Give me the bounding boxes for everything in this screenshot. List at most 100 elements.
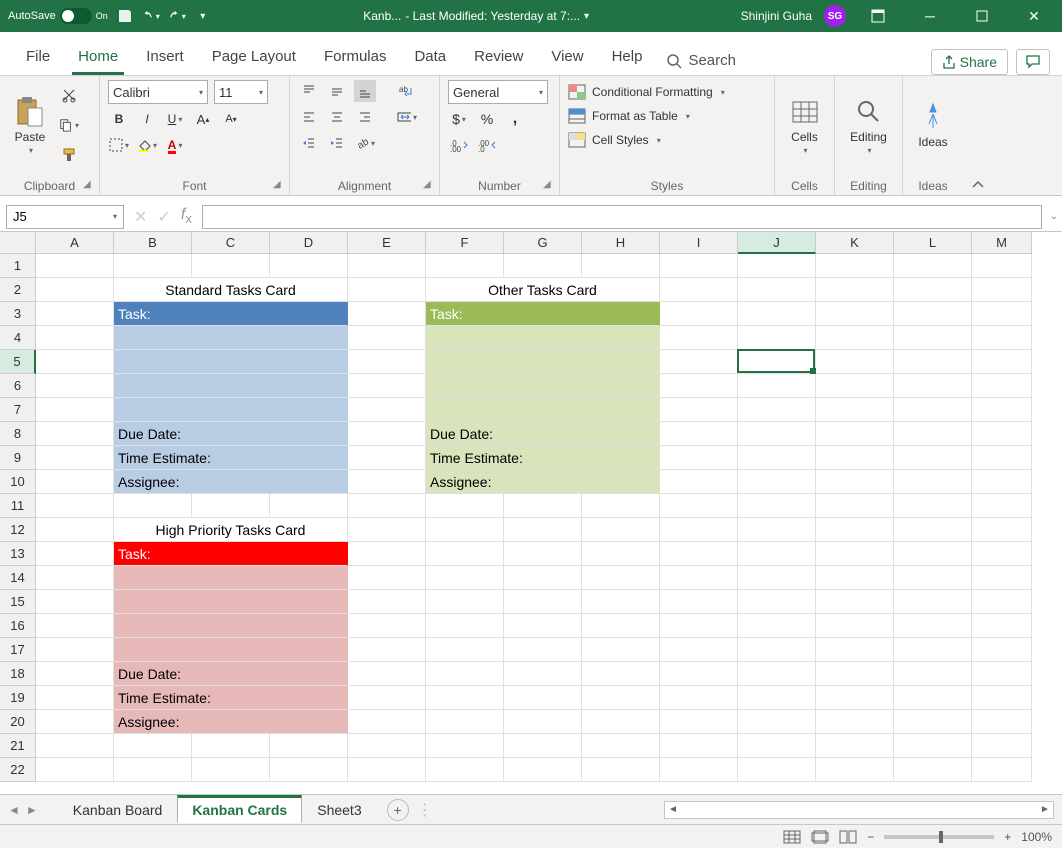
cell[interactable]: [348, 518, 426, 542]
dialog-launcher-icon[interactable]: ◢: [273, 179, 285, 191]
cell[interactable]: [972, 734, 1032, 758]
select-all-button[interactable]: [0, 232, 36, 254]
row-header[interactable]: 17: [0, 638, 36, 662]
page-break-view-button[interactable]: [839, 830, 857, 844]
cell[interactable]: Time Estimate:: [426, 446, 660, 470]
cell[interactable]: [660, 254, 738, 278]
cell[interactable]: [738, 566, 816, 590]
cancel-formula-button[interactable]: ✕: [134, 207, 147, 227]
cell[interactable]: [816, 518, 894, 542]
cell[interactable]: [36, 614, 114, 638]
cell[interactable]: [114, 326, 348, 350]
cell[interactable]: [36, 734, 114, 758]
cell[interactable]: [36, 518, 114, 542]
autosave-toggle[interactable]: AutoSave On: [8, 8, 108, 24]
cell[interactable]: [582, 494, 660, 518]
cell[interactable]: [426, 614, 504, 638]
cell[interactable]: [114, 254, 192, 278]
formula-input[interactable]: [202, 205, 1042, 229]
cell[interactable]: [36, 662, 114, 686]
cell[interactable]: [816, 686, 894, 710]
row-header[interactable]: 22: [0, 758, 36, 782]
cell[interactable]: [894, 470, 972, 494]
cell[interactable]: [972, 614, 1032, 638]
cell[interactable]: [348, 494, 426, 518]
cell[interactable]: [36, 494, 114, 518]
cell[interactable]: [426, 710, 504, 734]
cell[interactable]: [582, 518, 660, 542]
cell[interactable]: [426, 758, 504, 782]
cell[interactable]: [738, 686, 816, 710]
borders-button[interactable]: ▾: [108, 134, 130, 156]
cell[interactable]: [348, 590, 426, 614]
dialog-launcher-icon[interactable]: ◢: [423, 179, 435, 191]
cell[interactable]: [660, 278, 738, 302]
cell[interactable]: [972, 638, 1032, 662]
expand-formula-bar-icon[interactable]: ⌄: [1050, 211, 1058, 222]
cell[interactable]: [738, 470, 816, 494]
ribbon-display-icon[interactable]: [858, 0, 898, 32]
cell[interactable]: [816, 590, 894, 614]
cell[interactable]: Due Date:: [426, 422, 660, 446]
cell[interactable]: Standard Tasks Card: [114, 278, 348, 302]
cell[interactable]: [348, 350, 426, 374]
cell[interactable]: [504, 758, 582, 782]
collapse-ribbon-button[interactable]: [963, 76, 993, 195]
cell[interactable]: [738, 302, 816, 326]
wrap-text-button[interactable]: ab: [396, 80, 418, 102]
cell[interactable]: Task:: [114, 302, 348, 326]
cell[interactable]: [894, 638, 972, 662]
align-bottom-button[interactable]: [354, 80, 376, 102]
column-header[interactable]: G: [504, 232, 582, 254]
cell[interactable]: [582, 686, 660, 710]
cell[interactable]: [504, 254, 582, 278]
cell[interactable]: [426, 734, 504, 758]
cell[interactable]: Assignee:: [426, 470, 660, 494]
cell[interactable]: [816, 446, 894, 470]
cell[interactable]: [114, 374, 348, 398]
font-size-combo[interactable]: 11▾: [214, 80, 268, 104]
cell[interactable]: [504, 686, 582, 710]
decrease-font-button[interactable]: A▾: [220, 108, 242, 130]
cell[interactable]: [348, 302, 426, 326]
column-header[interactable]: K: [816, 232, 894, 254]
accounting-button[interactable]: $▾: [448, 108, 470, 130]
font-color-button[interactable]: A▾: [164, 134, 186, 156]
cell[interactable]: [270, 494, 348, 518]
cell[interactable]: [816, 734, 894, 758]
cell[interactable]: [738, 518, 816, 542]
format-as-table-button[interactable]: Format as Table▾: [568, 108, 766, 124]
cell[interactable]: [36, 590, 114, 614]
row-header[interactable]: 11: [0, 494, 36, 518]
cell[interactable]: [972, 686, 1032, 710]
cell[interactable]: [348, 254, 426, 278]
increase-font-button[interactable]: A▴: [192, 108, 214, 130]
cell[interactable]: [36, 710, 114, 734]
cell[interactable]: Time Estimate:: [114, 686, 348, 710]
column-header[interactable]: E: [348, 232, 426, 254]
cell[interactable]: [738, 254, 816, 278]
cell[interactable]: [582, 638, 660, 662]
zoom-slider[interactable]: [884, 835, 994, 839]
cell[interactable]: [348, 398, 426, 422]
tab-view[interactable]: View: [537, 38, 597, 75]
row-headers[interactable]: 12345678910111213141516171819202122: [0, 254, 36, 782]
scroll-left-icon[interactable]: ◄: [665, 804, 681, 815]
cell[interactable]: [894, 710, 972, 734]
cell[interactable]: [816, 470, 894, 494]
cells-area[interactable]: Standard Tasks CardOther Tasks CardTask:…: [36, 254, 1062, 794]
sheet-tab-sheet3[interactable]: Sheet3: [302, 797, 376, 823]
cell[interactable]: [894, 518, 972, 542]
share-button[interactable]: Share: [931, 49, 1008, 75]
cell[interactable]: [660, 302, 738, 326]
underline-button[interactable]: U▾: [164, 108, 186, 130]
redo-icon[interactable]: ▾: [168, 7, 186, 25]
dialog-launcher-icon[interactable]: ◢: [543, 179, 555, 191]
cell[interactable]: [738, 350, 816, 374]
tab-help[interactable]: Help: [598, 38, 657, 75]
comma-button[interactable]: ,: [504, 108, 526, 130]
cell[interactable]: [972, 710, 1032, 734]
scroll-right-icon[interactable]: ►: [1037, 804, 1053, 815]
cell[interactable]: [504, 614, 582, 638]
comments-button[interactable]: [1016, 49, 1050, 75]
